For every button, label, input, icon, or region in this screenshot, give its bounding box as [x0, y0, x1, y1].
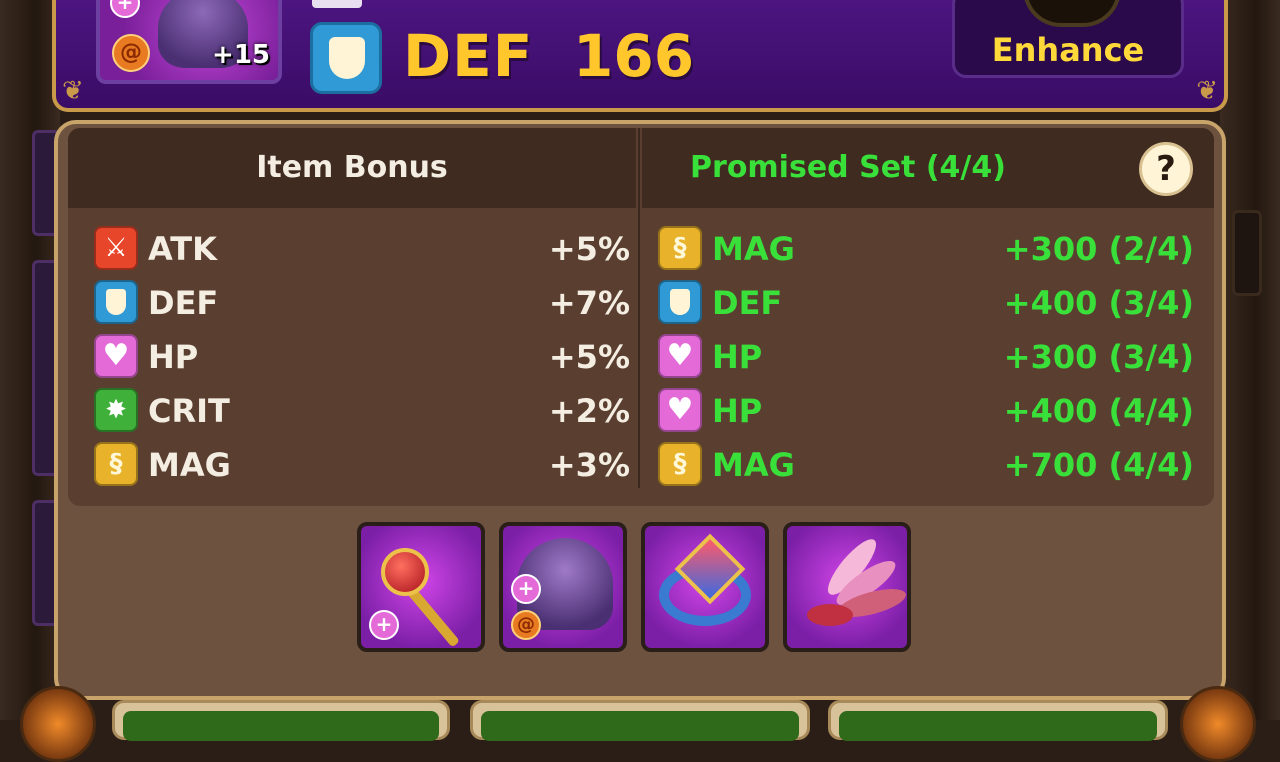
bottom-button[interactable]: [470, 700, 810, 741]
ornament-icon: ❦: [1196, 76, 1218, 106]
stat-name: DEF: [712, 284, 783, 322]
mag-icon: [658, 442, 702, 486]
stat-name: HP: [148, 338, 199, 376]
mag-icon: [94, 442, 138, 486]
stat-value: +400 (3/4): [1003, 284, 1194, 322]
set-item-slot-wings[interactable]: [783, 522, 911, 652]
item-level: +15: [212, 40, 270, 70]
set-bonus-header: Promised Set (4/4): [642, 128, 1214, 208]
stat-value: +400 (4/4): [1003, 392, 1194, 430]
def-icon: [658, 280, 702, 324]
set-item-slot-scepter[interactable]: +: [357, 522, 485, 652]
item-bonus-row: CRIT +2%: [94, 388, 630, 434]
corner-orb-icon: [1180, 686, 1256, 762]
set-bonus-row: MAG +700 (4/4): [658, 442, 1194, 488]
main-stat-name: DEF: [403, 22, 534, 90]
mag-icon: [658, 226, 702, 270]
stat-value: +7%: [548, 284, 630, 322]
enhance-button-label: Enhance: [991, 31, 1145, 69]
set-bonus-row: HP +400 (4/4): [658, 388, 1194, 434]
main-stat-value: 166: [573, 22, 695, 90]
bottom-button[interactable]: [112, 700, 450, 741]
plus-icon: +: [511, 574, 541, 604]
stat-value: +5%: [548, 230, 630, 268]
right-frame: [1220, 0, 1280, 720]
swirl-rune-icon: @: [112, 34, 150, 72]
hp-icon: [658, 388, 702, 432]
item-bonus-row: MAG +3%: [94, 442, 630, 488]
scrollbar[interactable]: [1232, 210, 1262, 296]
item-bonus-row: DEF +7%: [94, 280, 630, 326]
stat-value: +2%: [548, 392, 630, 430]
scepter-gem-icon: [381, 548, 429, 596]
ornament-icon: ❦: [62, 76, 84, 106]
corner-orb-icon: [20, 686, 96, 762]
stat-value: +300 (3/4): [1003, 338, 1194, 376]
column-divider: [638, 128, 640, 488]
crit-icon: [94, 388, 138, 432]
anvil-icon: [1023, 0, 1121, 27]
set-item-slot-ring[interactable]: [641, 522, 769, 652]
help-button[interactable]: ?: [1139, 142, 1193, 196]
plus-icon: +: [110, 0, 140, 18]
item-bonus-row: ATK +5%: [94, 226, 630, 272]
stat-value: +300 (2/4): [1003, 230, 1194, 268]
stat-value: +700 (4/4): [1003, 446, 1194, 484]
stat-value: +3%: [548, 446, 630, 484]
stat-value: +5%: [548, 338, 630, 376]
shield-icon: [310, 22, 382, 94]
enhance-button[interactable]: Enhance: [952, 0, 1184, 78]
hp-icon: [94, 334, 138, 378]
set-bonus-row: DEF +400 (3/4): [658, 280, 1194, 326]
set-item-slot-hood[interactable]: + @: [499, 522, 627, 652]
item-bonus-header: Item Bonus: [68, 128, 636, 208]
stat-name: MAG: [712, 230, 795, 268]
stat-name: HP: [712, 392, 763, 430]
stat-name: DEF: [148, 284, 219, 322]
def-icon: [94, 280, 138, 324]
stat-name: HP: [712, 338, 763, 376]
hp-icon: [658, 334, 702, 378]
stat-name: ATK: [148, 230, 217, 268]
stat-name: CRIT: [148, 392, 230, 430]
set-bonus-row: HP +300 (3/4): [658, 334, 1194, 380]
atk-icon: [94, 226, 138, 270]
swirl-rune-icon: @: [511, 610, 541, 640]
wing-base: [807, 604, 853, 626]
item-bonus-row: HP +5%: [94, 334, 630, 380]
equipped-item-thumbnail[interactable]: + @ +15: [96, 0, 282, 84]
stat-name: MAG: [712, 446, 795, 484]
stat-name: MAG: [148, 446, 231, 484]
bottom-button[interactable]: [828, 700, 1168, 741]
plus-icon: +: [369, 610, 399, 640]
top-chip: [312, 0, 362, 8]
set-bonus-row: MAG +300 (2/4): [658, 226, 1194, 272]
